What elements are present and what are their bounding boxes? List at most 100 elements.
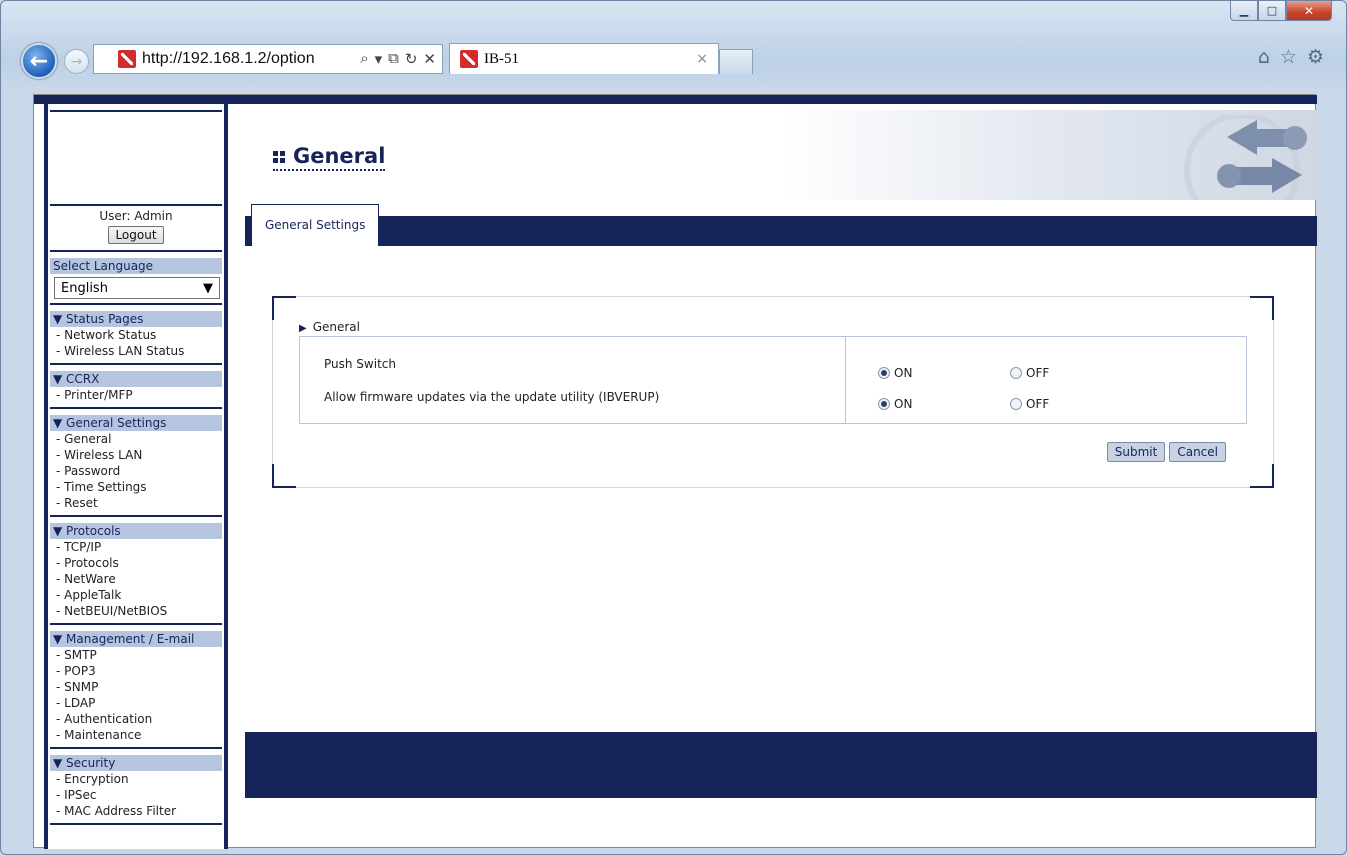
push-switch-on-radio[interactable]: ON: [878, 365, 1010, 381]
new-tab-button[interactable]: [719, 49, 753, 74]
radio-label: ON: [894, 366, 913, 380]
sidebar-link[interactable]: - NetWare: [50, 571, 222, 587]
form-actions: Submit Cancel: [1106, 442, 1226, 462]
sidebar-link[interactable]: - Encryption: [50, 771, 222, 787]
sidebar-nav: ▼ Status Pages - Network Status - Wireless…: [48, 311, 224, 825]
page-header: General: [245, 110, 1317, 200]
settings-table: Push Switch Allow firmware updates via t…: [299, 336, 1247, 424]
firmware-update-off-radio[interactable]: OFF: [1010, 396, 1049, 412]
sidebar-link[interactable]: - Time Settings: [50, 479, 222, 495]
site-favicon-icon: [118, 50, 136, 68]
sidebar-link[interactable]: - Maintenance: [50, 727, 222, 743]
language-selected: English: [61, 280, 108, 296]
section-label: ▶ General: [299, 320, 360, 334]
favorites-star-icon[interactable]: ☆: [1280, 46, 1297, 68]
browser-tab[interactable]: IB-51 ×: [449, 43, 719, 74]
sidebar: User: Admin Logout Select Language Engli…: [44, 104, 228, 849]
sidebar-link[interactable]: - TCP/IP: [50, 539, 222, 555]
sidebar-link[interactable]: - Protocols: [50, 555, 222, 571]
cancel-button[interactable]: Cancel: [1169, 442, 1226, 462]
web-page: User: Admin Logout Select Language Engli…: [33, 94, 1317, 849]
tab-close-icon[interactable]: ×: [696, 51, 718, 67]
settings-labels: Push Switch Allow firmware updates via t…: [300, 337, 846, 423]
sidebar-section-heading[interactable]: ▼ Status Pages: [50, 311, 222, 327]
radio-label: ON: [894, 397, 913, 411]
grid-icon: [273, 151, 285, 163]
sidebar-link[interactable]: - Wireless LAN Status: [50, 343, 222, 359]
sidebar-section-heading[interactable]: ▼ Security: [50, 755, 222, 771]
minimize-icon[interactable]: ▁: [1230, 1, 1258, 21]
user-label: User: Admin: [99, 209, 173, 223]
dropdown-icon[interactable]: ▾: [375, 50, 383, 68]
sidebar-link[interactable]: - Printer/MFP: [50, 387, 222, 403]
sidebar-link[interactable]: - Password: [50, 463, 222, 479]
push-switch-off-radio[interactable]: OFF: [1010, 365, 1049, 381]
sidebar-section-heading[interactable]: ▼ Protocols: [50, 523, 222, 539]
sidebar-section: ▼ Protocols - TCP/IP - Protocols - NetWare -…: [50, 523, 222, 625]
user-panel: User: Admin Logout: [50, 206, 222, 252]
sidebar-link[interactable]: - SMTP: [50, 647, 222, 663]
sidebar-link[interactable]: - Network Status: [50, 327, 222, 343]
sidebar-link[interactable]: - AppleTalk: [50, 587, 222, 603]
sidebar-section: ▼ General Settings - General - Wireless LA…: [50, 415, 222, 517]
logout-button[interactable]: Logout: [108, 226, 164, 244]
firmware-update-label: Allow firmware updates via the update ut…: [324, 390, 660, 404]
page-top-bar: [34, 95, 1317, 104]
sidebar-link[interactable]: - IPSec: [50, 787, 222, 803]
back-icon[interactable]: ←: [21, 43, 57, 79]
chevron-down-icon: ▼: [203, 280, 213, 296]
sidebar-section-heading[interactable]: ▼ CCRX: [50, 371, 222, 387]
push-switch-label: Push Switch: [324, 357, 396, 371]
sidebar-link[interactable]: - LDAP: [50, 695, 222, 711]
language-section: Select Language English ▼: [50, 258, 222, 305]
firmware-update-on-radio[interactable]: ON: [878, 396, 1010, 412]
sidebar-link[interactable]: - Reset: [50, 495, 222, 511]
radio-empty-icon[interactable]: [1010, 367, 1022, 379]
tab-favicon-icon: [460, 50, 478, 68]
forward-icon[interactable]: →: [64, 49, 89, 74]
browser-toolbar: ⌂ ☆ ⚙: [1258, 46, 1324, 68]
radio-selected-icon[interactable]: [878, 398, 890, 410]
sidebar-link[interactable]: - General: [50, 431, 222, 447]
radio-empty-icon[interactable]: [1010, 398, 1022, 410]
sidebar-link[interactable]: - POP3: [50, 663, 222, 679]
home-icon[interactable]: ⌂: [1258, 46, 1270, 68]
radio-label: OFF: [1026, 366, 1050, 380]
tab-general-settings[interactable]: General Settings: [251, 204, 380, 246]
address-url[interactable]: http://192.168.1.2/option: [142, 50, 360, 68]
settings-gear-icon[interactable]: ⚙: [1307, 46, 1324, 68]
frame-corner: [272, 464, 296, 488]
compatibility-icon[interactable]: ⧉: [388, 50, 399, 68]
submit-button[interactable]: Submit: [1106, 442, 1166, 462]
search-icon[interactable]: ⌕: [360, 50, 368, 68]
sidebar-section: ▼ Status Pages - Network Status - Wireless…: [50, 311, 222, 365]
frame-corner: [272, 296, 296, 320]
close-window-icon[interactable]: ✕: [1286, 1, 1332, 21]
sidebar-link[interactable]: - Wireless LAN: [50, 447, 222, 463]
sidebar-logo-area: [50, 110, 222, 206]
browser-window: ▁ □ ✕ ← → http://192.168.1.2/option ⌕ ▾ …: [0, 0, 1347, 855]
sidebar-section-heading[interactable]: ▼ Management / E-mail: [50, 631, 222, 647]
radio-selected-icon[interactable]: [878, 367, 890, 379]
firmware-update-options: ON OFF: [846, 396, 1246, 427]
page-footer-bar: [245, 732, 1317, 798]
refresh-icon[interactable]: ↻: [405, 50, 418, 68]
sidebar-section: ▼ CCRX - Printer/MFP: [50, 371, 222, 409]
settings-values: ON OFF ON OFF: [846, 337, 1246, 423]
tab-bar: [245, 216, 1317, 246]
page-title-text: General: [293, 144, 386, 168]
header-arrows-graphic: [1184, 115, 1307, 200]
settings-frame: ▶ General Push Switch Allow firmware upda…: [272, 296, 1274, 488]
sidebar-link[interactable]: - MAC Address Filter: [50, 803, 222, 819]
frame-corner: [1250, 464, 1274, 488]
address-bar[interactable]: http://192.168.1.2/option ⌕ ▾ ⧉ ↻ ✕: [93, 44, 443, 74]
stop-icon[interactable]: ✕: [423, 50, 436, 68]
sidebar-link[interactable]: - Authentication: [50, 711, 222, 727]
tab-title: IB-51: [484, 50, 519, 67]
triangle-right-icon: ▶: [299, 323, 307, 334]
sidebar-section-heading[interactable]: ▼ General Settings: [50, 415, 222, 431]
sidebar-link[interactable]: - NetBEUI/NetBIOS: [50, 603, 222, 619]
language-select[interactable]: English ▼: [54, 277, 220, 299]
maximize-icon[interactable]: □: [1258, 1, 1286, 21]
sidebar-link[interactable]: - SNMP: [50, 679, 222, 695]
